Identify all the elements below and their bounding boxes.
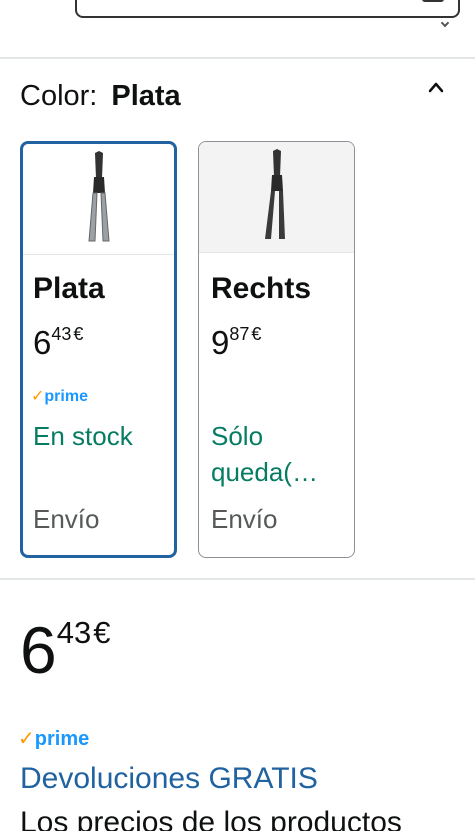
search-bar[interactable] xyxy=(75,0,460,18)
variant-selected-value: Plata xyxy=(111,80,181,112)
price-whole: 6 xyxy=(20,613,57,687)
chevron-up-icon[interactable] xyxy=(428,80,444,96)
prime-badge: ✓prime xyxy=(18,726,89,751)
shipping-label: Envío xyxy=(211,504,278,534)
divider xyxy=(0,578,475,580)
prime-badge: ✓prime xyxy=(31,386,88,406)
buybox-price: 643€ xyxy=(20,612,110,688)
availability: En stock xyxy=(33,421,133,451)
divider xyxy=(0,57,475,59)
search-button-edge[interactable] xyxy=(422,0,444,2)
tin-snips-icon xyxy=(87,151,110,242)
variant-label-row: Color: Plata xyxy=(20,80,181,113)
price-fraction: 43 xyxy=(56,615,92,650)
check-icon: ✓ xyxy=(31,388,45,405)
swatch-image xyxy=(199,142,354,253)
swatch-image xyxy=(23,144,174,255)
tin-snips-icon xyxy=(264,149,285,239)
shipping-label: Envío xyxy=(33,504,100,534)
price-currency: € xyxy=(251,324,262,344)
swatch-rechts[interactable]: Rechts 987 € Sólo queda(… Envío xyxy=(198,141,355,558)
price-fraction: 43 xyxy=(51,324,72,344)
price-currency: € xyxy=(73,324,84,344)
free-returns-link[interactable]: Devoluciones GRATIS xyxy=(20,762,318,796)
swatch-name: Rechts xyxy=(211,272,312,305)
check-icon: ✓ xyxy=(18,728,35,750)
swatch-price: 987 € xyxy=(211,324,261,362)
prime-label: prime xyxy=(44,388,88,405)
prime-label: prime xyxy=(34,728,90,750)
swatch-price: 643 € xyxy=(33,324,83,362)
price-currency: € xyxy=(93,615,111,650)
price-disclaimer: Los precios de los productos xyxy=(20,806,402,831)
swatch-plata[interactable]: Plata 643 € ✓prime En stock Envío xyxy=(20,141,177,558)
price-fraction: 87 xyxy=(229,324,250,344)
swatch-name: Plata xyxy=(33,272,105,305)
price-whole: 6 xyxy=(33,324,52,361)
chevron-down-icon[interactable] xyxy=(440,18,450,28)
availability: Sólo queda(… xyxy=(211,421,318,487)
header-strip xyxy=(0,0,475,57)
price-whole: 9 xyxy=(211,324,230,361)
variant-label: Color: xyxy=(20,80,98,112)
